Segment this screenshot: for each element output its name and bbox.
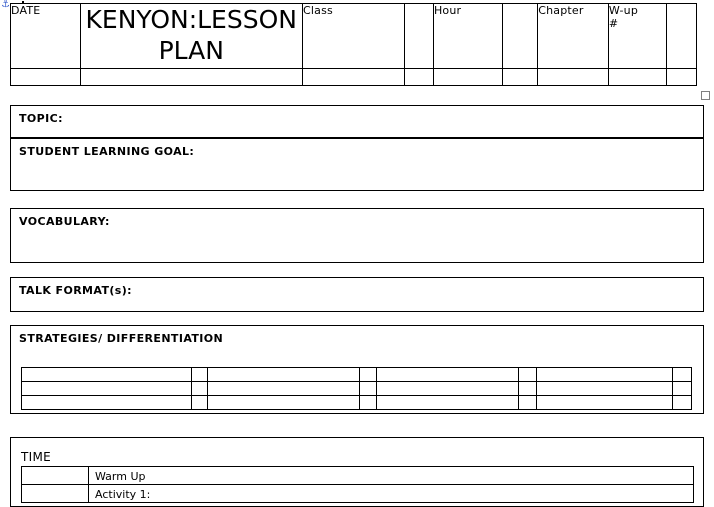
table-row: Warm Up [21,466,694,485]
entry-cell-hour[interactable] [432,68,504,86]
strategies-cell[interactable] [518,395,537,410]
strategies-cell[interactable] [21,381,192,396]
entry-cell-blank-2[interactable] [502,68,539,86]
time-grid: Warm Up Activity 1: [21,466,694,503]
strategies-cell[interactable] [207,381,360,396]
entry-cell-blank-3[interactable] [665,68,698,86]
strategies-cell[interactable] [518,367,537,382]
header-cell-wup: W-up # [607,3,667,69]
strategies-label: STRATEGIES/ DIFFERENTIATION [19,332,224,345]
strategies-cell[interactable] [191,381,208,396]
strategies-cell[interactable] [21,367,192,382]
time-cell-activity[interactable]: Warm Up [88,466,694,485]
strategies-cell[interactable] [359,381,377,396]
header-label-row: DATE KENYON:LESSON PLAN Class Hour Chapt… [10,3,698,69]
strategies-cell[interactable] [376,395,519,410]
header-table: DATE KENYON:LESSON PLAN Class Hour Chapt… [10,3,698,86]
strategies-cell[interactable] [207,395,360,410]
entry-cell-class[interactable] [302,68,405,86]
student-learning-goal-label: STUDENT LEARNING GOAL: [19,145,195,158]
vocabulary-section[interactable]: VOCABULARY: [10,208,704,263]
topic-label: TOPIC: [19,112,63,125]
header-cell-class: Class [302,3,405,69]
vocabulary-label: VOCABULARY: [19,215,110,228]
strategies-cell[interactable] [191,367,208,382]
header-cell-hour: Hour [432,3,504,69]
table-row [21,395,692,410]
strategies-cell[interactable] [359,367,377,382]
strategies-cell[interactable] [672,395,692,410]
strategies-cell[interactable] [672,381,692,396]
entry-cell-date[interactable] [10,68,81,86]
time-cell-activity[interactable]: Activity 1: [88,484,694,503]
time-cell-time[interactable] [21,466,89,485]
strategies-cell[interactable] [376,367,519,382]
page-title: KENYON:LESSON PLAN [79,3,304,69]
resize-handle-icon[interactable] [701,91,710,100]
table-row [21,381,692,396]
header-cell-blank-3 [665,3,698,69]
strategies-cell[interactable] [191,395,208,410]
table-row: Activity 1: [21,484,694,503]
student-learning-goal-section[interactable]: STUDENT LEARNING GOAL: [10,138,704,191]
header-cell-date: DATE [10,3,81,69]
time-section: TIME Warm Up Activity 1: [10,437,704,507]
topic-section[interactable]: TOPIC: [10,105,704,138]
strategies-cell[interactable] [207,367,360,382]
strategies-cell[interactable] [518,381,537,396]
time-activity-label: Activity 1: [95,487,151,501]
strategies-cell[interactable] [359,395,377,410]
entry-cell-title[interactable] [79,68,304,86]
header-cell-blank-1 [403,3,434,69]
entry-cell-blank-1[interactable] [403,68,434,86]
talk-format-section[interactable]: TALK FORMAT(s): [10,277,704,312]
time-label: TIME [21,450,52,464]
strategies-cell[interactable] [536,367,673,382]
strategies-cell[interactable] [376,381,519,396]
time-activity-label: Warm Up [95,469,146,483]
lesson-plan-document: ⚓ DATE KENYON:LESSON PLAN Class Hour Cha… [0,0,714,507]
strategies-cell[interactable] [21,395,192,410]
strategies-cell[interactable] [536,395,673,410]
header-cell-chapter: Chapter [537,3,609,69]
entry-cell-chapter[interactable] [537,68,609,86]
strategies-cell[interactable] [672,367,692,382]
strategies-grid [21,367,692,410]
strategies-section: STRATEGIES/ DIFFERENTIATION [10,325,704,414]
header-cell-blank-2 [502,3,539,69]
time-cell-time[interactable] [21,484,89,503]
strategies-cell[interactable] [536,381,673,396]
talk-format-label: TALK FORMAT(s): [19,284,132,297]
table-row [21,367,692,382]
entry-cell-wup[interactable] [607,68,667,86]
header-entry-row [10,68,698,86]
